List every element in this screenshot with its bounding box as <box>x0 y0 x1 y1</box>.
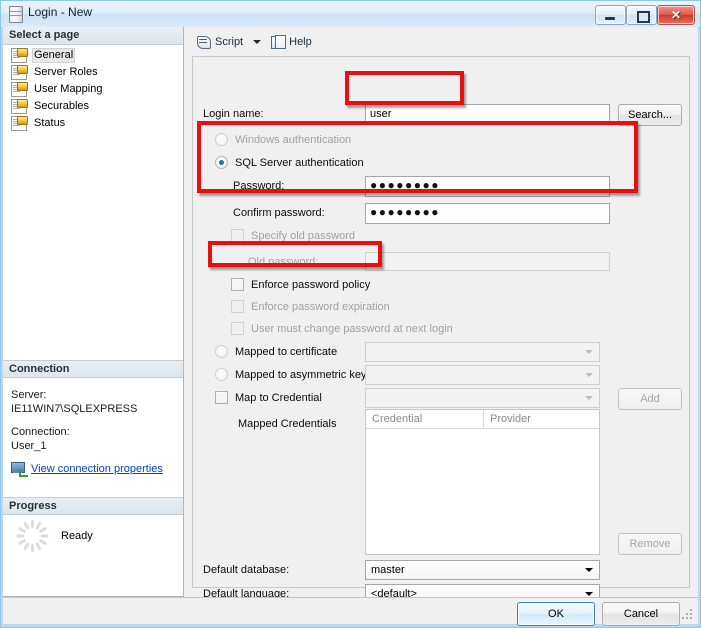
chevron-down-icon <box>585 373 593 377</box>
page-icon <box>11 48 28 63</box>
default-database-value: master <box>371 564 405 576</box>
view-connection-properties-row[interactable]: View connection properties <box>11 462 175 477</box>
cancel-button[interactable]: Cancel <box>602 602 680 626</box>
resize-grip[interactable] <box>682 609 694 621</box>
sidebar-item-label: General <box>32 48 76 63</box>
sidebar-item-user-mapping[interactable]: User Mapping <box>3 81 183 98</box>
confirm-password-label: Confirm password: <box>233 207 325 219</box>
progress-area: Ready <box>3 519 183 553</box>
search-button[interactable]: Search... <box>618 104 682 126</box>
login-name-label: Login name: <box>203 108 264 120</box>
mapped-credentials-list[interactable]: Credential Provider <box>365 409 600 555</box>
password-input[interactable]: ●●●●●●●● <box>365 176 610 197</box>
connection-value: User_1 <box>11 440 47 452</box>
help-icon <box>271 34 287 49</box>
windows-authentication-radio[interactable] <box>215 133 228 146</box>
progress-status: Ready <box>61 530 93 542</box>
chevron-down-icon <box>585 592 593 596</box>
chevron-down-icon[interactable] <box>253 39 262 44</box>
specify-old-password-checkbox[interactable] <box>231 229 244 242</box>
sidebar-item-label: Server Roles <box>34 66 98 78</box>
help-button[interactable]: Help <box>267 31 316 52</box>
enforce-password-policy-label: Enforce password policy <box>251 279 371 291</box>
server-icon <box>9 6 23 23</box>
script-button[interactable]: Script <box>192 31 247 52</box>
confirm-password-input[interactable]: ●●●●●●●● <box>365 203 610 224</box>
password-label: Password: <box>233 180 285 192</box>
minimize-button[interactable] <box>595 5 626 25</box>
close-button[interactable]: ✕ <box>657 5 695 25</box>
sidebar-item-securables[interactable]: Securables <box>3 98 183 115</box>
script-icon <box>196 35 211 49</box>
maximize-button[interactable] <box>626 5 657 25</box>
dialog-button-bar: OK Cancel <box>3 597 698 626</box>
sidebar: Select a page General Server Roles User … <box>3 27 184 597</box>
view-connection-properties-link[interactable]: View connection properties <box>31 462 163 476</box>
sql-server-authentication-label: SQL Server authentication <box>235 157 364 169</box>
specify-old-password-label: Specify old password <box>251 230 355 242</box>
enforce-password-expiration-checkbox[interactable] <box>231 300 244 313</box>
sql-server-authentication-radio[interactable] <box>215 156 228 169</box>
sidebar-item-label: User Mapping <box>34 83 103 95</box>
window-title: Login - New <box>28 5 93 19</box>
user-must-change-password-label: User must change password at next login <box>251 323 453 335</box>
old-password-input[interactable] <box>365 252 610 271</box>
main-pane: Script Help Login name: user Search... W… <box>184 27 698 604</box>
sidebar-item-status[interactable]: Status <box>3 115 183 132</box>
chevron-down-icon <box>585 568 593 572</box>
title-bar: Login - New ✕ <box>1 1 700 28</box>
sidebar-item-server-roles[interactable]: Server Roles <box>3 64 183 81</box>
general-page-content: Login name: user Search... Windows authe… <box>192 56 690 604</box>
column-header-credential: Credential <box>366 410 484 428</box>
server-label: Server: <box>11 389 47 401</box>
connection-info: Server: IE11WIN7\SQLEXPRESS Connection: … <box>3 382 183 477</box>
map-to-credential-combo[interactable] <box>365 388 600 408</box>
credentials-table-header: Credential Provider <box>366 410 599 429</box>
ok-button[interactable]: OK <box>517 602 595 626</box>
select-a-page-header: Select a page <box>3 27 183 45</box>
page-icon <box>11 65 28 80</box>
page-list: General Server Roles User Mapping Secura… <box>3 47 183 132</box>
page-icon <box>11 116 28 131</box>
mapped-to-certificate-radio[interactable] <box>215 345 228 358</box>
script-button-label: Script <box>215 35 244 48</box>
page-icon <box>11 82 28 97</box>
mapped-to-asymmetric-key-label: Mapped to asymmetric key <box>235 369 367 381</box>
column-header-provider: Provider <box>490 413 531 425</box>
enforce-password-expiration-label: Enforce password expiration <box>251 301 390 313</box>
map-to-credential-checkbox[interactable] <box>215 391 228 404</box>
toolbar: Script Help <box>184 27 698 56</box>
connection-label: Connection: <box>11 426 70 438</box>
mapped-to-certificate-label: Mapped to certificate <box>235 346 338 358</box>
mapped-credentials-label: Mapped Credentials <box>238 418 337 430</box>
user-must-change-password-checkbox[interactable] <box>231 322 244 335</box>
map-to-credential-label: Map to Credential <box>235 392 322 404</box>
mapped-asymmetric-key-combo[interactable] <box>365 365 600 385</box>
default-database-combo[interactable]: master <box>365 560 600 580</box>
old-password-label: Old password: <box>248 256 319 268</box>
server-value: IE11WIN7\SQLEXPRESS <box>11 403 138 415</box>
mapped-to-asymmetric-key-radio[interactable] <box>215 368 228 381</box>
sidebar-item-label: Status <box>34 117 66 129</box>
add-credential-button[interactable]: Add <box>618 388 682 410</box>
help-button-label: Help <box>289 35 312 48</box>
sidebar-item-general[interactable]: General <box>3 47 183 64</box>
spinner-icon <box>15 519 49 553</box>
login-new-dialog: Login - New ✕ Select a page General Serv… <box>0 0 701 628</box>
login-name-input[interactable]: user <box>365 104 610 125</box>
windows-authentication-label: Windows authentication <box>235 134 352 146</box>
mapped-certificate-combo[interactable] <box>365 342 600 362</box>
chevron-down-icon <box>585 396 593 400</box>
remove-credential-button[interactable]: Remove <box>618 533 682 555</box>
default-database-label: Default database: <box>203 564 290 576</box>
connection-properties-icon <box>11 462 28 477</box>
page-icon <box>11 99 28 114</box>
close-icon: ✕ <box>670 8 682 22</box>
connection-header: Connection <box>3 360 183 378</box>
chevron-down-icon <box>585 350 593 354</box>
progress-header: Progress <box>3 497 183 515</box>
enforce-password-policy-checkbox[interactable] <box>231 278 244 291</box>
client-area: Select a page General Server Roles User … <box>3 27 698 626</box>
sidebar-item-label: Securables <box>34 100 90 112</box>
